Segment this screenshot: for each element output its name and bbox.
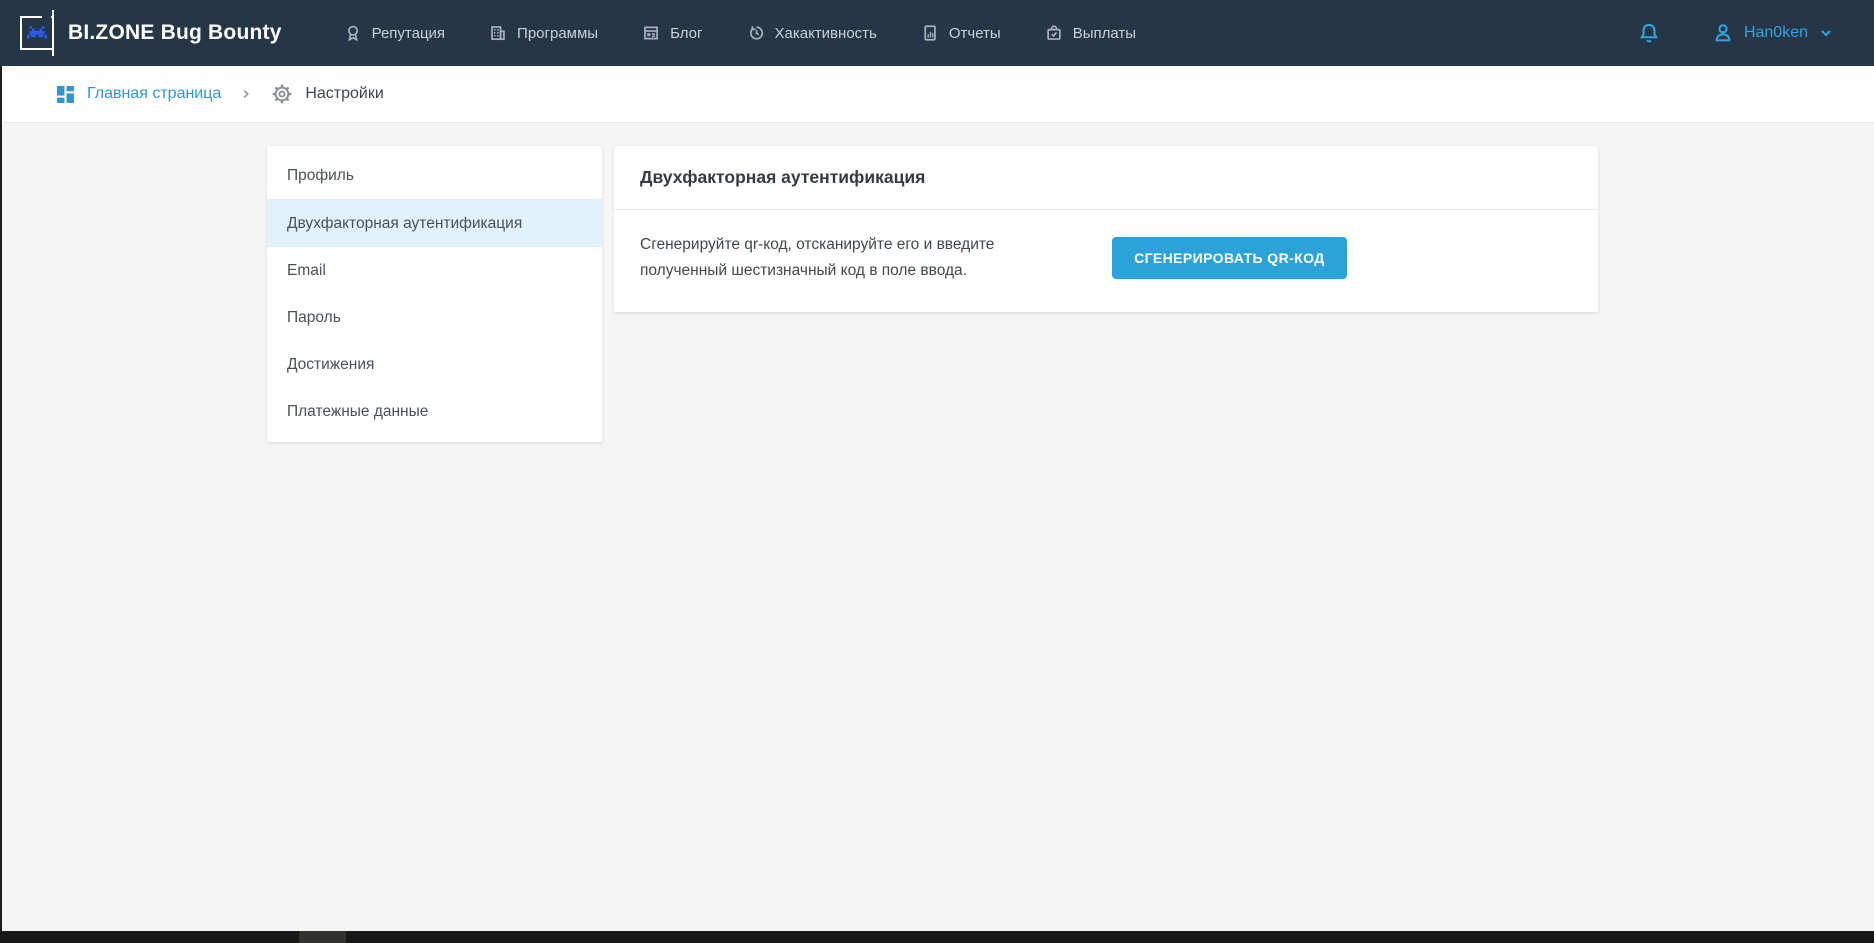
panel-title: Двухфакторная аутентификация: [640, 167, 925, 188]
menu-item-profile[interactable]: Профиль: [267, 153, 602, 200]
menu-item-label: Двухфакторная аутентификация: [287, 215, 522, 233]
panel-header: Двухфакторная аутентификация: [614, 146, 1598, 210]
nav-item-label: Программы: [517, 25, 598, 42]
notifications-bell-icon[interactable]: [1638, 22, 1660, 44]
report-icon: [921, 24, 939, 42]
user-name: Han0ken: [1744, 24, 1808, 42]
user-menu[interactable]: Han0ken: [1712, 22, 1834, 44]
newspaper-icon: [642, 24, 660, 42]
nav-item-label: Хакактивность: [775, 25, 877, 42]
payouts-icon: [1045, 24, 1063, 42]
nav-item-label: Выплаты: [1073, 25, 1136, 42]
nav-item-label: Блог: [670, 25, 702, 42]
breadcrumb-current: Настройки: [271, 83, 383, 105]
top-navbar: BI.ZONE Bug Bounty Репутация: [0, 0, 1874, 66]
chevron-right-icon: [239, 87, 253, 101]
menu-item-password[interactable]: Пароль: [267, 294, 602, 341]
history-icon: [747, 24, 765, 42]
two-factor-panel: Двухфакторная аутентификация Сгенерируйт…: [614, 146, 1598, 312]
user-icon: [1712, 22, 1734, 44]
horizontal-scrollbar-thumb[interactable]: [299, 931, 346, 943]
nav-item-programs[interactable]: Программы: [489, 24, 598, 42]
menu-item-2fa[interactable]: Двухфакторная аутентификация: [267, 200, 602, 247]
menu-item-achievements[interactable]: Достижения: [267, 341, 602, 388]
nav-item-reputation[interactable]: Репутация: [344, 24, 445, 42]
generate-qr-button[interactable]: СГЕНЕРИРОВАТЬ QR-КОД: [1112, 237, 1347, 279]
content-area: Профиль Двухфакторная аутентификация Ema…: [0, 123, 1874, 442]
horizontal-scrollbar: [0, 931, 1874, 943]
settings-menu: Профиль Двухфакторная аутентификация Ema…: [267, 146, 602, 442]
menu-item-label: Достижения: [287, 356, 374, 374]
breadcrumb-home-link[interactable]: Главная страница: [56, 85, 221, 104]
breadcrumb: Главная страница Настройки: [0, 66, 1874, 123]
chevron-down-icon: [1818, 25, 1834, 41]
menu-item-label: Платежные данные: [287, 403, 428, 421]
menu-item-email[interactable]: Email: [267, 247, 602, 294]
brand-logo[interactable]: BI.ZONE Bug Bounty: [20, 16, 282, 50]
menu-item-label: Пароль: [287, 309, 341, 327]
gear-icon: [271, 83, 293, 105]
nav-item-reports[interactable]: Отчеты: [921, 24, 1001, 42]
nav-item-blog[interactable]: Блог: [642, 24, 702, 42]
dashboard-icon: [56, 85, 75, 104]
menu-item-label: Email: [287, 262, 326, 280]
brand-name: BI.ZONE Bug Bounty: [68, 21, 282, 45]
panel-description: Сгенерируйте qr-код, отсканируйте его и …: [640, 232, 1050, 284]
breadcrumb-home-label: Главная страница: [87, 85, 221, 103]
navbar-right: Han0ken: [1638, 22, 1834, 44]
menu-item-payment-details[interactable]: Платежные данные: [267, 388, 602, 435]
nav-item-hackactivity[interactable]: Хакактивность: [747, 24, 877, 42]
main-nav: Репутация Программы: [344, 24, 1136, 42]
medal-icon: [344, 24, 362, 42]
window-left-edge: [0, 66, 2, 931]
nav-item-payouts[interactable]: Выплаты: [1045, 24, 1136, 42]
menu-item-label: Профиль: [287, 167, 354, 185]
building-icon: [489, 24, 507, 42]
breadcrumb-current-label: Настройки: [305, 85, 383, 103]
pixel-bug-icon: [20, 16, 54, 50]
nav-item-label: Отчеты: [949, 25, 1001, 42]
nav-item-label: Репутация: [372, 25, 445, 42]
panel-body: Сгенерируйте qr-код, отсканируйте его и …: [614, 210, 1598, 312]
